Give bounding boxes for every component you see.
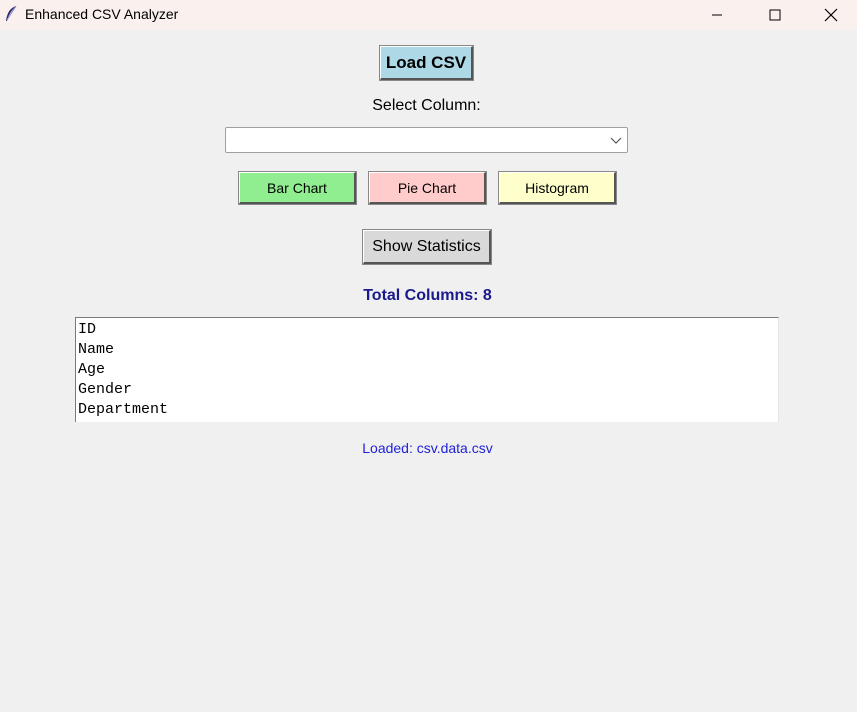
bar-chart-button[interactable]: Bar Chart <box>238 171 357 205</box>
chevron-down-icon[interactable] <box>609 135 623 147</box>
close-icon <box>824 8 837 22</box>
feather-icon <box>6 5 17 21</box>
status-text: Loaded: csv.data.csv <box>362 440 493 456</box>
columns-listbox[interactable]: ID Name Age Gender Department <box>75 317 779 422</box>
title-bar[interactable]: Enhanced CSV Analyzer <box>0 0 857 30</box>
close-button[interactable] <box>804 0 857 30</box>
list-item[interactable]: Gender <box>78 380 132 400</box>
minimize-button[interactable] <box>688 0 746 30</box>
pie-chart-button[interactable]: Pie Chart <box>368 171 487 205</box>
histogram-button[interactable]: Histogram <box>498 171 617 205</box>
select-column-label: Select Column: <box>372 97 481 114</box>
maximize-button[interactable] <box>746 0 804 30</box>
show-statistics-button[interactable]: Show Statistics <box>362 229 492 265</box>
total-columns-label: Total Columns: 8 <box>363 287 492 304</box>
maximize-icon <box>769 9 781 21</box>
load-csv-button[interactable]: Load CSV <box>379 45 474 81</box>
minimize-icon <box>712 14 722 16</box>
list-item[interactable]: Age <box>78 360 105 380</box>
window-title: Enhanced CSV Analyzer <box>25 6 179 22</box>
list-item[interactable]: ID <box>78 320 96 340</box>
list-item[interactable]: Name <box>78 340 114 360</box>
list-item[interactable]: Department <box>78 400 168 420</box>
column-select-dropdown[interactable] <box>225 127 628 153</box>
